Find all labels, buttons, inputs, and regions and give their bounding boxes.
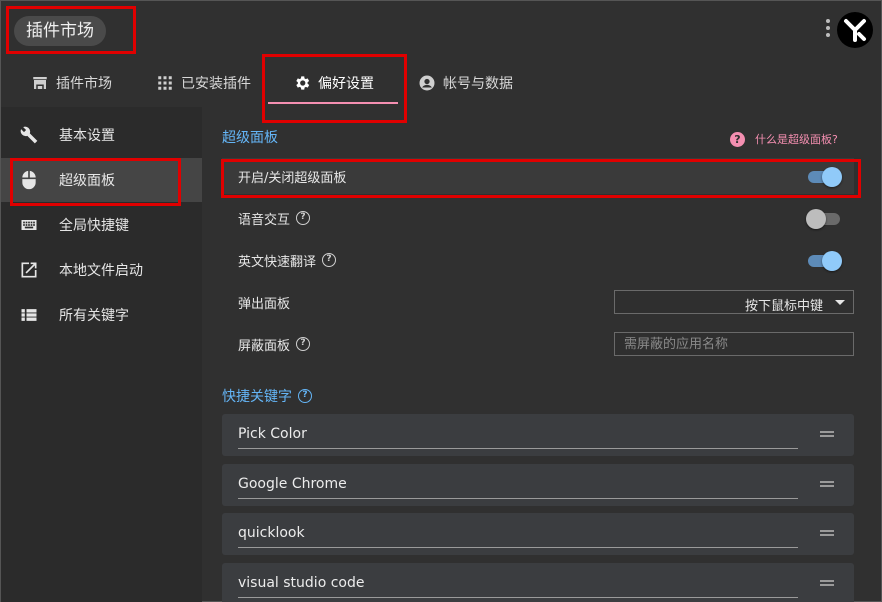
sidebar-item-local-launch[interactable]: 本地文件启动 xyxy=(1,248,202,292)
help-circle-icon[interactable]: ? xyxy=(296,211,311,225)
list-icon xyxy=(21,309,37,321)
sidebar-item-label: 基本设置 xyxy=(59,128,115,144)
keywords-title: 快捷关键字 xyxy=(222,389,292,405)
main-tabs: 插件市场 已安装插件 偏好设置 帐号与数据 xyxy=(1,59,881,107)
tab-preferences[interactable]: 偏好设置 xyxy=(293,59,374,107)
help-link[interactable]: ? 什么是超级面板? xyxy=(730,131,838,147)
setting-label: 英文快速翻译 xyxy=(238,254,317,270)
help-circle-icon[interactable]: ? xyxy=(322,253,337,267)
setting-label: 弹出面板 xyxy=(238,296,291,312)
tab-label: 插件市场 xyxy=(56,76,112,92)
tab-account-data[interactable]: 帐号与数据 xyxy=(418,59,513,107)
logo-icon xyxy=(844,19,866,42)
keyword-underline xyxy=(238,547,798,548)
sidebar-item-highlight xyxy=(10,158,181,206)
sidebar-item-global-shortcuts[interactable]: 全局快捷键 xyxy=(1,203,202,247)
app-window: 插件市场 插件市场 已安装插件 偏好设置 帐号与数据 基本设置 超级面板 全局快… xyxy=(0,0,882,602)
keyword-text: visual studio code xyxy=(238,575,365,591)
sidebar-item-basic-settings[interactable]: 基本设置 xyxy=(1,113,202,157)
account-circle-icon xyxy=(419,75,435,91)
keyword-text: Pick Color xyxy=(238,426,307,442)
keyboard-icon xyxy=(21,220,37,230)
blocked-apps-input[interactable] xyxy=(614,332,854,356)
voice-switch[interactable] xyxy=(806,208,842,229)
gear-icon xyxy=(296,76,310,90)
tab-plugin-market[interactable]: 插件市场 xyxy=(31,59,112,107)
keyword-item[interactable]: quicklook xyxy=(222,513,854,555)
more-vert-icon[interactable] xyxy=(823,19,833,41)
sidebar-item-all-keywords[interactable]: 所有关键字 xyxy=(1,293,202,337)
tab-label: 偏好设置 xyxy=(318,76,374,92)
help-icon: ? xyxy=(730,131,745,147)
help-link-text: 什么是超级面板? xyxy=(755,133,838,146)
setting-label: 语音交互 xyxy=(238,212,291,228)
caret-down-icon xyxy=(835,300,845,305)
sidebar-item-label: 所有关键字 xyxy=(59,308,129,324)
app-logo[interactable] xyxy=(837,12,873,48)
setting-row-popup: 弹出面板 按下鼠标中键 xyxy=(222,284,854,320)
setting-label: 屏蔽面板 xyxy=(238,338,291,354)
active-tab-indicator xyxy=(268,102,398,104)
drag-handle-icon[interactable] xyxy=(820,481,834,487)
drag-handle-icon[interactable] xyxy=(820,431,834,437)
select-value: 按下鼠标中键 xyxy=(744,299,823,314)
setting-row-voice: 语音交互? xyxy=(222,200,854,236)
app-title-highlight: 插件市场 xyxy=(6,6,136,54)
setting-row-highlight xyxy=(221,159,861,198)
keyword-item[interactable]: Google Chrome xyxy=(222,464,854,506)
tab-label: 帐号与数据 xyxy=(443,76,513,92)
sidebar-item-label: 本地文件启动 xyxy=(59,263,143,279)
keyword-text: Google Chrome xyxy=(238,476,347,492)
help-circle-icon[interactable]: ? xyxy=(298,389,312,403)
app-title[interactable]: 插件市场 xyxy=(14,16,106,46)
keyword-underline xyxy=(238,448,798,449)
keyword-item[interactable]: visual studio code xyxy=(222,563,854,602)
wrench-icon xyxy=(20,126,38,144)
sidebar-item-label: 全局快捷键 xyxy=(59,218,129,234)
tab-label: 已安装插件 xyxy=(181,76,251,92)
keywords-section-title: 快捷关键字 ? xyxy=(222,386,312,406)
store-icon xyxy=(33,77,47,89)
tab-installed-plugins[interactable]: 已安装插件 xyxy=(156,59,251,107)
keyword-underline xyxy=(238,597,798,598)
help-circle-icon[interactable]: ? xyxy=(296,337,311,351)
drag-handle-icon[interactable] xyxy=(820,580,834,586)
drag-handle-icon[interactable] xyxy=(820,530,834,536)
top-bar: 插件市场 xyxy=(1,1,881,59)
section-title: 超级面板 xyxy=(222,130,278,146)
popup-trigger-select[interactable]: 按下鼠标中键 xyxy=(614,290,854,314)
setting-row-translate: 英文快速翻译? xyxy=(222,242,854,278)
keyword-text: quicklook xyxy=(238,525,305,541)
grid-icon xyxy=(158,76,172,90)
keyword-item[interactable]: Pick Color xyxy=(222,414,854,456)
setting-row-block: 屏蔽面板? xyxy=(222,326,854,362)
keyword-underline xyxy=(238,498,798,499)
translate-switch[interactable] xyxy=(806,250,842,271)
open-in-new-icon xyxy=(21,262,37,278)
